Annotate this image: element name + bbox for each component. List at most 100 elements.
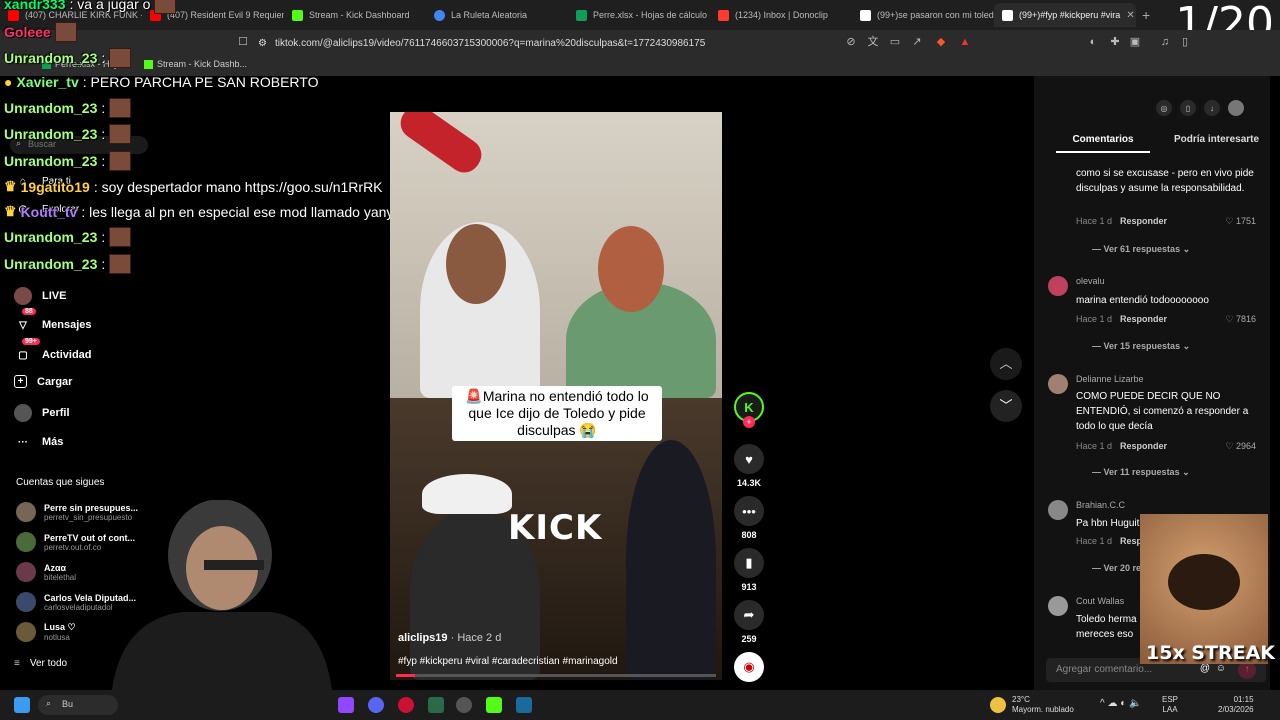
reply-button[interactable]: Responder — [1120, 216, 1167, 227]
obs-icon[interactable] — [456, 697, 472, 713]
brave-shield-icon[interactable]: ◆ — [934, 35, 948, 49]
reply-button[interactable]: Responder — [1120, 441, 1167, 452]
tab-comentarios[interactable]: Comentarios — [1056, 134, 1150, 153]
next-video-button[interactable]: ﹀ — [990, 390, 1022, 422]
opera-icon[interactable] — [398, 697, 414, 713]
tab-tiktok-toledo[interactable]: (99+)se pasaron con mi toledo — [852, 3, 994, 27]
weather-icon[interactable] — [990, 697, 1006, 713]
extension-icon[interactable]: ◐ — [1086, 35, 1100, 49]
see-all-link[interactable]: ≡ Ver todo — [14, 658, 67, 669]
taskbar-search[interactable]: ⌕ Bu — [38, 695, 118, 715]
avatar[interactable] — [1048, 276, 1068, 296]
comment-like-button[interactable]: ♡ 1751 — [1225, 216, 1256, 227]
message-icon: ▽ 88 — [14, 308, 36, 334]
music-icon[interactable]: ♫ — [1158, 35, 1172, 49]
tab-ruleta[interactable]: La Ruleta Aleatoria — [426, 3, 568, 27]
mention-icon[interactable]: @ — [1200, 663, 1210, 674]
user-avatar-icon[interactable] — [1228, 100, 1244, 116]
discord-icon[interactable] — [368, 697, 384, 713]
site-info-icon[interactable]: ⚙ — [258, 38, 267, 49]
video-progress-bar[interactable] — [396, 674, 716, 677]
cast-icon[interactable]: ▭ — [888, 35, 902, 49]
tray-icons[interactable]: ^ ☁ ◐ 🔈 — [1100, 699, 1142, 709]
sound-button[interactable]: ◉ — [734, 652, 764, 682]
following-title: Cuentas que sigues — [16, 477, 105, 488]
nav-mensajes[interactable]: ▽ 88 Mensajes — [14, 308, 92, 334]
avatar[interactable] — [1048, 374, 1068, 394]
sidebar-toggle-icon[interactable]: ▯ — [1178, 35, 1192, 49]
view-replies-button[interactable]: — Ver 20 re — [1092, 563, 1141, 573]
view-replies-button[interactable]: — Ver 61 respuestas ⌄ — [1092, 244, 1190, 255]
wallet-icon[interactable]: ▣ — [1128, 35, 1142, 49]
person-face-image — [598, 226, 664, 312]
bookmark-kick[interactable]: Stream - Kick Dashb... — [144, 59, 247, 69]
prev-video-button[interactable]: ︿ — [990, 348, 1022, 380]
device-icon[interactable]: ▯ — [1180, 100, 1196, 116]
comment-like-button[interactable]: ♡ 7816 — [1225, 314, 1256, 325]
view-replies-button[interactable]: — Ver 15 respuestas ⌄ — [1092, 341, 1190, 352]
comment-icon: ••• — [734, 496, 764, 526]
video-hashtags[interactable]: #fyp #kickperu #viral #caradecristian #m… — [398, 656, 618, 667]
streamer-silhouette-image — [112, 499, 332, 690]
chat-message: ● Xavier_tv: PERO PARCHA PE SAN ROBERTO — [4, 74, 319, 90]
bookmarks-bar: Perre.xlsx - Hoja Stream - Kick Dashb... — [0, 56, 1280, 76]
rewards-icon[interactable]: ▲ — [958, 35, 972, 49]
like-button[interactable]: ♥ 14.3K — [734, 444, 764, 488]
video-author[interactable]: aliclips19 · Hace 2 d — [398, 632, 501, 644]
comment-button[interactable]: ••• 808 — [734, 496, 764, 540]
tab-donoclip[interactable]: (1234) Inbox | Donoclip — [710, 3, 852, 27]
windows-taskbar: ⌕ Bu 23°C Mayorm. nublado ^ ☁ ◐ 🔈 ESP LAA 0… — [0, 690, 1280, 720]
reply-button[interactable]: Responder — [1120, 314, 1167, 325]
share-icon[interactable]: ↗ — [910, 35, 924, 49]
avatar — [16, 562, 36, 582]
nav-live[interactable]: LIVE — [14, 287, 66, 305]
compass-icon[interactable]: ◎ — [1156, 100, 1172, 116]
share-arrow-icon: ➦ — [734, 600, 764, 630]
tab-sheets[interactable]: Perre.xlsx - Hojas de cálculo de — [568, 3, 710, 27]
comment-meta: Hace 1 d Responder ♡ 1751 — [1076, 216, 1256, 227]
nav-mas[interactable]: ··· Más — [14, 433, 63, 451]
comment-like-button[interactable]: ♡ 2964 — [1225, 441, 1256, 452]
kick-icon[interactable] — [486, 697, 502, 713]
panel-toolbar: ◎ ▯ ↓ — [1156, 100, 1244, 116]
avatar[interactable] — [1048, 596, 1068, 616]
app-icon[interactable] — [428, 697, 444, 713]
steam-icon[interactable] — [516, 697, 532, 713]
clock[interactable]: 01:15 2/03/2026 — [1218, 695, 1254, 715]
chat-message: Unrandom_23: — [4, 227, 132, 247]
translate-icon[interactable]: 文 — [866, 35, 880, 49]
tiktok-icon — [860, 9, 871, 21]
twitch-icon[interactable] — [338, 697, 354, 713]
avatar[interactable] — [1048, 500, 1068, 520]
tab-podria-interesarte[interactable]: Podría interesarte — [1174, 134, 1259, 153]
new-tab-icon[interactable]: + — [1142, 7, 1150, 23]
address-bar: ☐ ⚙ tiktok.com/@aliclips19/video/7611746… — [0, 30, 1280, 56]
view-replies-button[interactable]: — Ver 11 respuestas ⌄ — [1092, 467, 1190, 478]
comment-meta: Hace 1 d Responder ♡ 2964 — [1076, 441, 1256, 452]
chat-message: Unrandom_23: — [4, 124, 132, 144]
close-tab-icon[interactable]: ✕ — [1126, 10, 1134, 21]
nav-perfil[interactable]: Perfil — [14, 404, 70, 422]
download-icon[interactable]: ↓ — [1204, 100, 1220, 116]
block-icon[interactable]: ⊘ — [844, 35, 858, 49]
language-indicator[interactable]: ESP LAA — [1162, 695, 1178, 715]
windows-start-icon[interactable] — [14, 697, 30, 713]
avatar — [16, 502, 36, 522]
creator-avatar[interactable]: K + — [734, 392, 764, 428]
video-player[interactable]: 🚨Marina no entendió todo lo que Ice dijo… — [390, 112, 722, 680]
save-button[interactable]: ▮ 913 — [734, 548, 764, 592]
share-button[interactable]: ➦ 259 — [734, 600, 764, 644]
emoji-icon[interactable]: ☺ — [1216, 663, 1226, 674]
nav-actividad[interactable]: ▢ 99+ Actividad — [14, 338, 92, 364]
follow-plus-icon[interactable]: + — [743, 416, 755, 428]
webcam-overlay — [92, 499, 342, 690]
bookmark-icon[interactable]: ☐ — [236, 35, 250, 49]
avatar — [16, 592, 36, 612]
nav-cargar[interactable]: + Cargar — [14, 375, 72, 388]
tab-kick-dashboard[interactable]: Stream - Kick Dashboard — [284, 3, 426, 27]
puzzle-icon[interactable]: ✚ — [1108, 35, 1122, 49]
tab-tiktok-active[interactable]: (99+)#fyp #kickperu #vira ✕ — [994, 3, 1136, 27]
streak-label: 15x STREAK — [1146, 642, 1275, 664]
chevron-down-icon: ﹀ — [999, 398, 1013, 413]
weather-widget[interactable]: 23°C Mayorm. nublado — [1012, 695, 1074, 715]
